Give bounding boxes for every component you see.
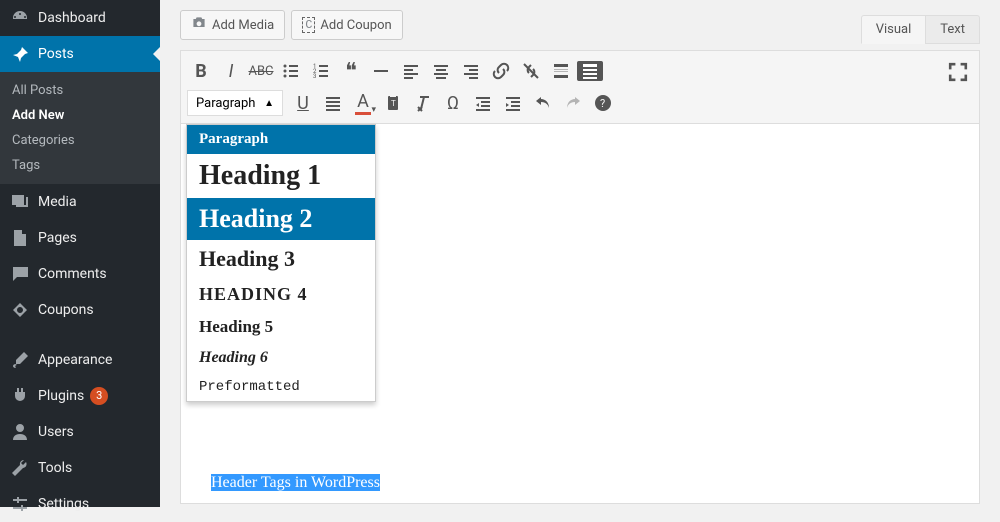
- outdent-button[interactable]: [469, 89, 497, 117]
- format-select-value: Paragraph: [196, 96, 255, 111]
- submenu-all-posts[interactable]: All Posts: [0, 78, 160, 103]
- sidebar-item-label: Dashboard: [38, 10, 106, 26]
- pin-icon: [10, 44, 30, 64]
- svg-text:?: ?: [600, 97, 605, 110]
- admin-sidebar: Dashboard Posts All Posts Add New Catego…: [0, 0, 160, 507]
- paste-text-button[interactable]: T: [379, 89, 407, 117]
- sidebar-item-label: Plugins: [38, 388, 84, 404]
- editor-selected-text[interactable]: Header Tags in WordPress: [211, 474, 380, 491]
- plug-icon: [10, 386, 30, 406]
- coupon-c-icon: C: [302, 17, 315, 33]
- toolbar-toggle-button[interactable]: [577, 61, 603, 81]
- submenu-add-new[interactable]: Add New: [0, 103, 160, 128]
- numbered-list-button[interactable]: 123: [307, 57, 335, 85]
- media-icon: [10, 192, 30, 212]
- editor-toolbar: B I ABC 123 ❝ Paragraph ▲: [180, 50, 980, 124]
- comment-icon: [10, 264, 30, 284]
- toolbar-row-2: Paragraph ▲ U A▾ T Ω ?: [187, 87, 973, 119]
- sidebar-item-label: Comments: [38, 266, 107, 282]
- align-left-button[interactable]: [397, 57, 425, 85]
- fullscreen-button[interactable]: [945, 59, 971, 85]
- indent-button[interactable]: [499, 89, 527, 117]
- format-option-p[interactable]: Paragraph: [187, 125, 375, 154]
- submenu-categories[interactable]: Categories: [0, 128, 160, 153]
- redo-button[interactable]: [559, 89, 587, 117]
- sidebar-item-label: Settings: [38, 496, 89, 512]
- text-color-button[interactable]: A▾: [349, 89, 377, 117]
- dropdown-caret-icon: ▲: [264, 98, 274, 109]
- button-label: Add Coupon: [320, 18, 391, 33]
- hr-button[interactable]: [367, 57, 395, 85]
- sidebar-item-users[interactable]: Users: [0, 414, 160, 450]
- sidebar-item-dashboard[interactable]: Dashboard: [0, 0, 160, 36]
- align-right-button[interactable]: [457, 57, 485, 85]
- format-option-h2[interactable]: Heading 2: [187, 198, 375, 240]
- coupon-icon: [10, 300, 30, 320]
- format-option-h5[interactable]: Heading 5: [187, 311, 375, 343]
- posts-submenu: All Posts Add New Categories Tags: [0, 72, 160, 184]
- unlink-button[interactable]: [517, 57, 545, 85]
- format-option-h3[interactable]: Heading 3: [187, 240, 375, 278]
- user-icon: [10, 422, 30, 442]
- svg-text:3: 3: [313, 73, 316, 80]
- italic-button[interactable]: I: [217, 57, 245, 85]
- tab-visual[interactable]: Visual: [861, 15, 926, 44]
- justify-button[interactable]: [319, 89, 347, 117]
- bullet-list-button[interactable]: [277, 57, 305, 85]
- undo-button[interactable]: [529, 89, 557, 117]
- sidebar-item-tools[interactable]: Tools: [0, 450, 160, 486]
- wrench-icon: [10, 458, 30, 478]
- plugins-update-badge: 3: [90, 387, 108, 405]
- sidebar-item-appearance[interactable]: Appearance: [0, 342, 160, 378]
- sidebar-item-label: Coupons: [38, 302, 94, 318]
- add-coupon-button[interactable]: C Add Coupon: [291, 10, 403, 40]
- format-option-h6[interactable]: Heading 6: [187, 343, 375, 373]
- sidebar-item-comments[interactable]: Comments: [0, 256, 160, 292]
- sidebar-item-pages[interactable]: Pages: [0, 220, 160, 256]
- format-option-pre[interactable]: Preformatted: [187, 373, 375, 401]
- sidebar-item-label: Media: [38, 194, 77, 210]
- sidebar-item-plugins[interactable]: Plugins 3: [0, 378, 160, 414]
- toolbar-row-1: B I ABC 123 ❝: [187, 55, 973, 87]
- sidebar-item-coupons[interactable]: Coupons: [0, 292, 160, 328]
- sidebar-item-label: Posts: [38, 46, 74, 62]
- help-button[interactable]: ?: [589, 89, 617, 117]
- underline-button[interactable]: U: [289, 89, 317, 117]
- submenu-tags[interactable]: Tags: [0, 153, 160, 178]
- page-icon: [10, 228, 30, 248]
- strikethrough-button[interactable]: ABC: [247, 57, 275, 85]
- sidebar-item-settings[interactable]: Settings: [0, 486, 160, 522]
- editor: Visual Text B I ABC 123 ❝: [180, 50, 980, 504]
- read-more-button[interactable]: [547, 57, 575, 85]
- main-content: Add Media C Add Coupon Visual Text B I A…: [160, 0, 1000, 507]
- camera-music-icon: [191, 15, 207, 35]
- sidebar-item-posts[interactable]: Posts: [0, 36, 160, 72]
- blockquote-button[interactable]: ❝: [337, 57, 365, 85]
- tab-text[interactable]: Text: [925, 15, 980, 44]
- format-option-h4[interactable]: HEADING 4: [187, 278, 375, 311]
- format-option-h1[interactable]: Heading 1: [187, 154, 375, 198]
- button-label: Add Media: [212, 18, 274, 33]
- svg-text:T: T: [391, 99, 396, 108]
- format-select[interactable]: Paragraph ▲: [187, 90, 283, 116]
- editor-body[interactable]: ParagraphHeading 1Heading 2Heading 3HEAD…: [180, 124, 980, 504]
- sidebar-item-label: Pages: [38, 230, 77, 246]
- clear-formatting-button[interactable]: [409, 89, 437, 117]
- format-dropdown: ParagraphHeading 1Heading 2Heading 3HEAD…: [186, 124, 376, 402]
- sidebar-item-label: Tools: [38, 460, 72, 476]
- special-character-button[interactable]: Ω: [439, 89, 467, 117]
- sidebar-item-label: Users: [38, 424, 74, 440]
- sidebar-item-label: Appearance: [38, 352, 112, 368]
- sliders-icon: [10, 494, 30, 514]
- editor-tabs: Visual Text: [861, 15, 980, 44]
- align-center-button[interactable]: [427, 57, 455, 85]
- dashboard-icon: [10, 8, 30, 28]
- brush-icon: [10, 350, 30, 370]
- sidebar-item-media[interactable]: Media: [0, 184, 160, 220]
- add-media-button[interactable]: Add Media: [180, 10, 285, 40]
- link-button[interactable]: [487, 57, 515, 85]
- bold-button[interactable]: B: [187, 57, 215, 85]
